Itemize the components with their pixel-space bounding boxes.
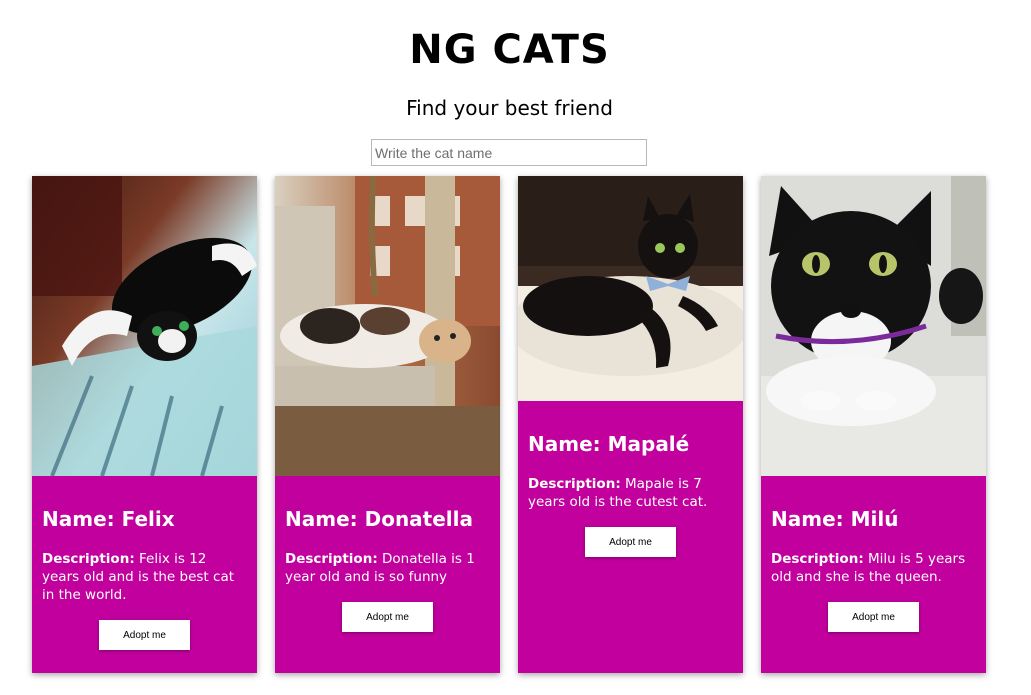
cat-card-donatella: Name: Donatella Description: Donatella i… [275, 176, 500, 673]
page-subtitle: Find your best friend [406, 96, 613, 120]
cat-card-felix: Name: Felix Description: Felix is 12 yea… [32, 176, 257, 673]
cat-card-mapale: Name: Mapalé Description: Mapale is 7 ye… [518, 176, 743, 673]
page: NG CATS Find your best friend Write the … [0, 0, 1031, 695]
adopt-button-donatella[interactable]: Adopt me [342, 602, 433, 632]
cat-description: Description: Mapale is 7 years old is th… [528, 475, 733, 511]
description-label: Description: [42, 551, 135, 567]
cat-photo-felix [32, 176, 257, 476]
adopt-button-mapale[interactable]: Adopt me [585, 527, 676, 557]
cat-name: Name: Mapalé [528, 432, 690, 456]
cat-photo-milu [761, 176, 986, 476]
search-input[interactable] [371, 139, 647, 166]
cat-card-body: Name: Felix Description: Felix is 12 yea… [32, 476, 257, 673]
cat-photo-milu-image [761, 176, 986, 476]
cat-photo-donatella-image [275, 176, 500, 476]
cat-name: Name: Milú [771, 507, 899, 531]
cat-photo-felix-image [32, 176, 257, 476]
cat-description: Description: Felix is 12 years old and i… [42, 550, 247, 604]
cat-name: Name: Felix [42, 507, 175, 531]
description-label: Description: [285, 551, 378, 567]
app-title: NG CATS [409, 27, 610, 73]
cat-card-body: Name: Mapalé Description: Mapale is 7 ye… [518, 401, 743, 673]
cat-photo-mapale [518, 176, 743, 401]
cat-card-milu: Name: Milú Description: Milu is 5 years … [761, 176, 986, 673]
cat-card-body: Name: Milú Description: Milu is 5 years … [761, 476, 986, 673]
cat-card-list: Name: Felix Description: Felix is 12 yea… [32, 176, 986, 673]
cat-card-body: Name: Donatella Description: Donatella i… [275, 476, 500, 673]
description-label: Description: [771, 551, 864, 567]
adopt-button-felix[interactable]: Adopt me [99, 620, 190, 650]
cat-name: Name: Donatella [285, 507, 474, 531]
cat-photo-mapale-image [518, 176, 743, 401]
description-label: Description: [528, 476, 621, 492]
adopt-button-milu[interactable]: Adopt me [828, 602, 919, 632]
cat-photo-donatella [275, 176, 500, 476]
cat-description: Description: Milu is 5 years old and she… [771, 550, 976, 586]
cat-description: Description: Donatella is 1 year old and… [285, 550, 490, 586]
